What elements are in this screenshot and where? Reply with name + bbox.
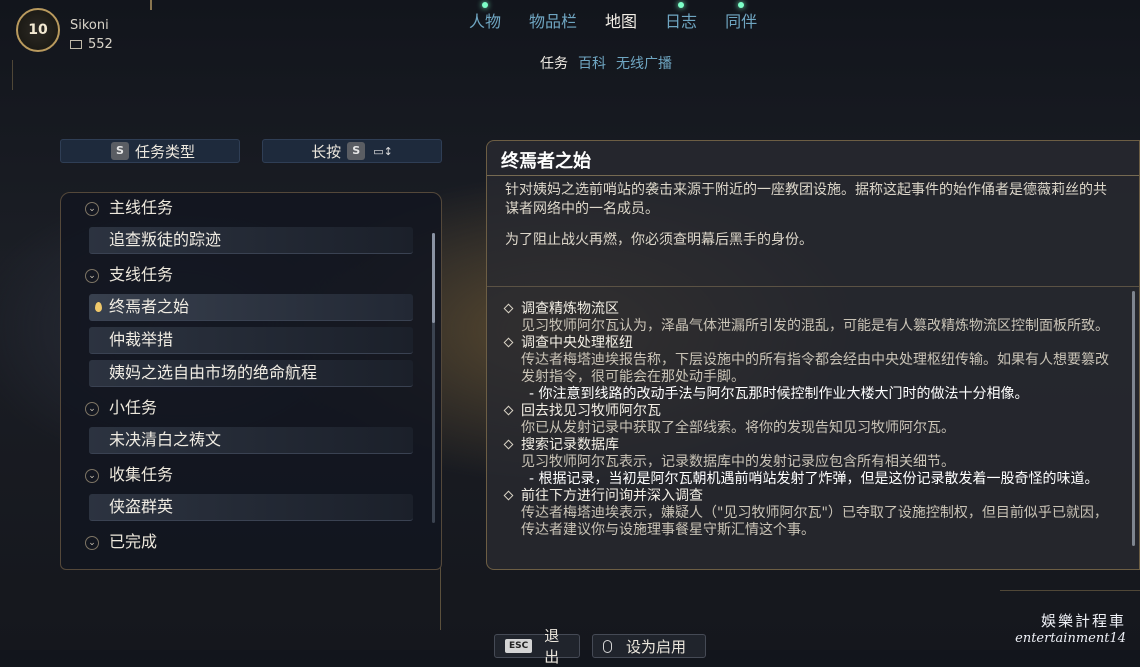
tab-journal[interactable]: 日志 [651,2,711,32]
diamond-icon [503,490,514,501]
currency-amount: 552 [88,37,113,52]
watermark: 娛樂計程車 entertainment14 [1015,610,1126,646]
sort-button[interactable]: 长按 S ▭↕ [262,139,442,163]
objective-list: 调查精炼物流区 见习牧师阿尔瓦认为，泽晶气体泄漏所引发的混乱，可能是有人篡改精炼… [503,301,1115,539]
category-main[interactable]: ⌄ 主线任务 [61,193,433,227]
main-tabs: 人物 物品栏 地图 日志 同伴 [455,2,771,32]
quest-type-filter-button[interactable]: S 任务类型 [60,139,240,163]
objective-text: 传达者梅塔迪埃报告称，下层设施中的所有指令都会经由中央处理枢纽传输。如果有人想要… [521,352,1109,385]
description-paragraph: 为了阻止战火再燃，你必须查明幕后黑手的身份。 [505,232,813,248]
quest-item[interactable]: 追查叛徒的踪迹 [89,227,413,254]
chevron-down-icon: ⌄ [85,269,99,283]
frame-line-bottom-right [1000,590,1140,591]
watermark-line: entertainment14 [1015,631,1126,646]
divider [487,175,1139,176]
quest-description: 针对姨妈之选前哨站的袭击来源于附近的一座教团设施。据称这起事件的始作俑者是德薇莉… [505,181,1115,262]
frame-line-left [12,60,13,90]
divider [487,286,1139,287]
category-minor[interactable]: ⌄ 小任务 [61,393,433,427]
objective-title: 回去找见习牧师阿尔瓦 [503,403,1115,420]
subtab-quests[interactable]: 任务 [540,53,568,73]
quest-item[interactable]: 侠盗群英 [89,494,413,521]
quest-item-selected[interactable]: 终焉者之始 [89,294,413,321]
exit-label: 退出 [544,627,560,666]
objective-text: 传达者梅塔迪埃表示，嫌疑人（"见习牧师阿尔瓦"）已夺取了设施控制权，但目前似乎已… [521,505,1108,538]
subtab-radio[interactable]: 无线广播 [616,53,672,73]
sort-icon: ▭↕ [373,144,393,158]
key-hint-s: S [110,142,129,160]
quest-detail-panel: 终焉者之始 针对姨妈之选前哨站的袭击来源于附近的一座教团设施。据称这起事件的始作… [486,140,1140,570]
quest-item[interactable]: 姨妈之选自由市场的绝命航程 [89,360,413,387]
chevron-down-icon: ⌄ [85,536,99,550]
category-side[interactable]: ⌄ 支线任务 [61,260,433,294]
journal-subtabs: 任务 百科 无线广播 [540,53,672,73]
quest-list: ⌄ 主线任务 追查叛徒的踪迹 ⌄ 支线任务 终焉者之始 仲裁举措 姨妈之选自由市场的… [61,193,433,561]
notification-dot [482,2,488,8]
key-hint-s: S [347,142,366,160]
objective-title: 调查中央处理枢纽 [503,335,1115,352]
currency-icon [70,40,82,49]
chevron-down-icon: ⌄ [85,469,99,483]
filter-label: 任务类型 [134,142,195,161]
tab-companions[interactable]: 同伴 [711,2,771,32]
tab-character[interactable]: 人物 [455,2,515,32]
category-collect[interactable]: ⌄ 收集任务 [61,460,433,494]
diamond-icon [503,439,514,450]
esc-key-hint: ESC [505,639,533,653]
notification-dot [738,2,745,8]
player-profile: 10 Sikoni 552 [12,6,142,56]
quest-list-panel: ⌄ 主线任务 追查叛徒的踪迹 ⌄ 支线任务 终焉者之始 仲裁举措 姨妈之选自由市场的… [60,192,442,570]
quest-title: 终焉者之始 [501,151,591,172]
frame-line-top [150,0,152,10]
player-level: 10 [28,22,48,38]
objective-text: 见习牧师阿尔瓦认为，泽晶气体泄漏所引发的混乱，可能是有人篡改精炼物流区控制面板所… [521,318,1109,334]
tab-map[interactable]: 地图 [591,8,651,32]
watermark-line: 娛樂計程車 [1040,612,1126,630]
notification-dot [678,2,685,8]
diamond-icon [503,337,514,348]
description-paragraph: 针对姨妈之选前哨站的袭击来源于附近的一座教团设施。据称这起事件的始作俑者是德薇莉… [505,182,1107,217]
tab-inventory[interactable]: 物品栏 [515,8,591,32]
diamond-icon [503,405,514,416]
quest-list-scrollbar[interactable] [432,233,435,523]
objective-title: 前往下方进行问询并深入调查 [503,488,1115,505]
currency-display: 552 [70,37,113,52]
exit-button[interactable]: ESC 退出 [494,627,580,666]
chevron-down-icon: ⌄ [85,402,99,416]
set-active-button[interactable]: 设为启用 [592,634,706,658]
player-name: Sikoni [70,18,109,33]
objective-text: 见习牧师阿尔瓦表示，记录数据库中的发射记录应包含所有相关细节。 [521,454,955,470]
category-completed[interactable]: ⌄ 已完成 [61,527,433,561]
objective-text: 你已从发射记录中获取了全部线索。将你的发现告知见习牧师阿尔瓦。 [521,420,955,436]
frame-line-bottom [440,560,441,630]
level-badge: 10 [16,8,60,52]
mouse-icon [603,639,612,653]
objective-title: 调查精炼物流区 [503,301,1115,318]
objective-note: - 你注意到线路的改动手法与阿尔瓦那时候控制作业大楼大门时的做法十分相像。 [529,386,1029,402]
chevron-down-icon: ⌄ [85,202,99,216]
quest-item[interactable]: 仲裁举措 [89,327,413,354]
tracked-quest-icon [95,302,102,312]
subtab-codex[interactable]: 百科 [578,53,606,73]
detail-scrollbar[interactable] [1132,291,1135,546]
diamond-icon [503,303,514,314]
quest-item[interactable]: 未决清白之祷文 [89,427,413,454]
hold-label: 长按 [311,142,342,161]
objective-note: - 根据记录，当初是阿尔瓦朝机遇前哨站发射了炸弹，但是这份记录散发着一股奇怪的味… [529,471,1099,487]
objective-title: 搜索记录数据库 [503,437,1115,454]
set-active-label: 设为启用 [626,637,687,656]
scrollbar-thumb[interactable] [432,233,435,323]
